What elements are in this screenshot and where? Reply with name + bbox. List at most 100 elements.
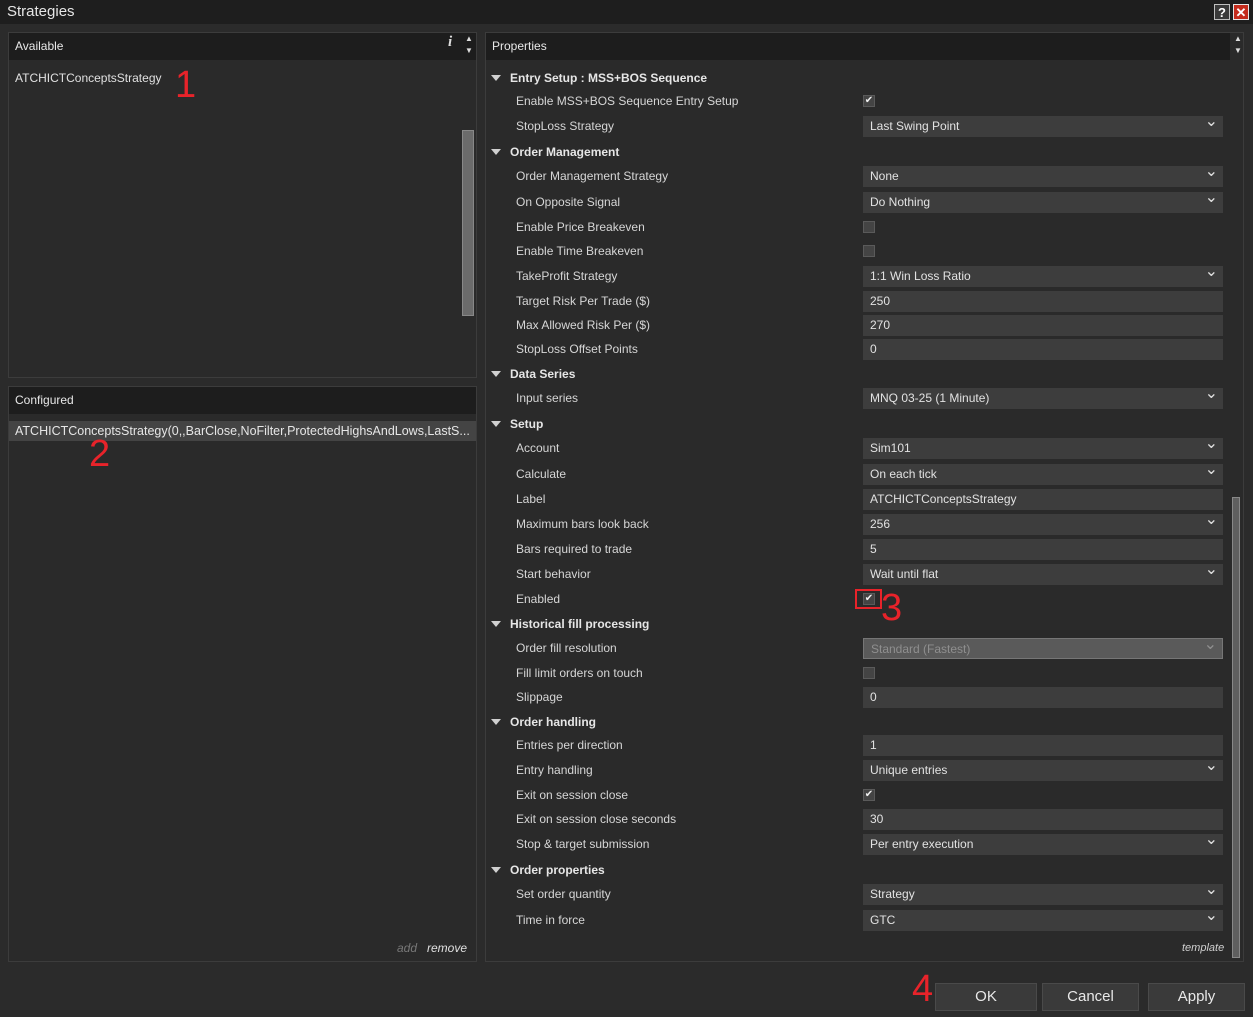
configured-strategy-item[interactable]: ATCHICTConceptsStrategy(0,,BarClose,NoFi… — [15, 424, 470, 438]
property-label: Calculate — [516, 467, 567, 481]
property-label: StopLoss Strategy — [516, 119, 615, 133]
chevron-down-icon[interactable]: ⌄ — [1205, 905, 1218, 926]
property-label: Exit on session close seconds — [516, 812, 677, 826]
property-value: 256 — [870, 517, 891, 531]
property-text-field[interactable]: ATCHICTConceptsStrategy — [863, 489, 1223, 510]
collapse-triangle-icon[interactable] — [491, 75, 501, 81]
chevron-down-icon[interactable]: ⌄ — [1205, 261, 1218, 282]
collapse-triangle-icon[interactable] — [491, 867, 501, 873]
props-scroll-down-icon[interactable]: ▼ — [1233, 46, 1243, 56]
properties-scrollbar[interactable] — [1232, 497, 1240, 958]
available-scrollbar[interactable] — [462, 130, 474, 316]
chevron-down-icon[interactable]: ⌄ — [1205, 187, 1218, 208]
collapse-triangle-icon[interactable] — [491, 149, 501, 155]
remove-link[interactable]: remove — [427, 941, 467, 955]
scroll-down-icon[interactable]: ▼ — [464, 46, 474, 56]
property-dropdown[interactable]: On each tick ⌄ — [863, 461, 1223, 485]
help-button[interactable]: ? — [1214, 4, 1230, 20]
property-dropdown[interactable]: Last Swing Point ⌄ — [863, 113, 1223, 137]
chevron-down-icon[interactable]: ⌄ — [1205, 755, 1218, 776]
property-label: Target Risk Per Trade ($) — [516, 294, 651, 308]
property-checkbox[interactable]: ✔ — [863, 789, 875, 801]
property-value: Wait until flat — [870, 567, 939, 581]
chevron-down-icon[interactable]: ⌄ — [1205, 459, 1218, 480]
chevron-down-icon[interactable]: ⌄ — [1205, 509, 1218, 530]
property-value: Strategy — [870, 887, 915, 901]
property-text-field[interactable]: 250 — [863, 291, 1223, 312]
property-label: Enable Price Breakeven — [516, 220, 645, 234]
property-label: Set order quantity — [516, 887, 611, 901]
property-dropdown[interactable]: MNQ 03-25 (1 Minute) ⌄ — [863, 385, 1223, 409]
chevron-down-icon[interactable]: ⌄ — [1205, 433, 1218, 454]
configured-panel — [8, 386, 477, 962]
category-data-series[interactable]: Data Series — [510, 367, 575, 381]
category-order-handling[interactable]: Order handling — [510, 715, 596, 729]
property-label: Enable Time Breakeven — [516, 244, 644, 258]
property-checkbox[interactable] — [863, 245, 875, 257]
property-label: TakeProfit Strategy — [516, 269, 618, 283]
chevron-down-icon[interactable]: ⌄ — [1205, 383, 1218, 404]
property-text-field[interactable]: 270 — [863, 315, 1223, 336]
property-dropdown[interactable]: None ⌄ — [863, 163, 1223, 187]
property-checkbox[interactable]: ✔ — [863, 95, 875, 107]
property-dropdown[interactable]: Per entry execution ⌄ — [863, 831, 1223, 855]
property-text-field[interactable]: 1 — [863, 735, 1223, 756]
add-link[interactable]: add — [397, 941, 417, 955]
property-value: 0 — [870, 690, 877, 704]
property-dropdown[interactable]: 1:1 Win Loss Ratio ⌄ — [863, 263, 1223, 287]
available-strategy-item[interactable]: ATCHICTConceptsStrategy — [15, 71, 162, 85]
props-scroll-up-icon[interactable]: ▲ — [1233, 34, 1243, 44]
collapse-triangle-icon[interactable] — [491, 421, 501, 427]
property-value: 270 — [870, 318, 891, 332]
category-historical-fill[interactable]: Historical fill processing — [510, 617, 649, 631]
chevron-down-icon[interactable]: ⌄ — [1205, 161, 1218, 182]
template-link[interactable]: template — [1182, 942, 1224, 954]
property-text-field[interactable]: 0 — [863, 339, 1223, 360]
available-header: Available — [9, 33, 476, 60]
info-icon[interactable]: i — [448, 34, 452, 51]
property-value: MNQ 03-25 (1 Minute) — [870, 391, 990, 405]
chevron-down-icon[interactable]: ⌄ — [1205, 559, 1218, 580]
property-label: Enable MSS+BOS Sequence Entry Setup — [516, 94, 739, 108]
property-dropdown: Standard (Fastest) ⌄ — [863, 636, 1223, 659]
property-label: Bars required to trade — [516, 542, 633, 556]
collapse-triangle-icon[interactable] — [491, 621, 501, 627]
property-text-field[interactable]: 0 — [863, 687, 1223, 708]
property-text-field[interactable]: 5 — [863, 539, 1223, 560]
category-setup[interactable]: Setup — [510, 417, 543, 431]
category-entry-setup[interactable]: Entry Setup : MSS+BOS Sequence — [510, 71, 707, 85]
property-checkbox[interactable] — [863, 667, 875, 679]
property-label: Max Allowed Risk Per ($) — [516, 318, 651, 332]
property-label: Order fill resolution — [516, 641, 617, 655]
chevron-down-icon[interactable]: ⌄ — [1205, 111, 1218, 132]
property-checkbox[interactable] — [863, 221, 875, 233]
property-dropdown[interactable]: 256 ⌄ — [863, 511, 1223, 535]
cancel-button[interactable]: Cancel — [1042, 983, 1139, 1011]
chevron-down-icon[interactable]: ⌄ — [1205, 879, 1218, 900]
annotation-marker-4: 4 — [912, 968, 934, 1010]
property-value: 1 — [870, 738, 877, 752]
chevron-down-icon[interactable]: ⌄ — [1205, 829, 1218, 850]
property-value: ATCHICTConceptsStrategy — [870, 492, 1017, 506]
property-dropdown[interactable]: GTC ⌄ — [863, 907, 1223, 931]
chevron-down-icon[interactable]: ⌄ — [1204, 634, 1217, 655]
close-button[interactable]: ✕ — [1233, 4, 1249, 20]
property-value: 250 — [870, 294, 891, 308]
scroll-up-icon[interactable]: ▲ — [464, 34, 474, 44]
category-order-management[interactable]: Order Management — [510, 145, 619, 159]
property-value: Sim101 — [870, 441, 911, 455]
property-dropdown[interactable]: Strategy ⌄ — [863, 881, 1223, 905]
property-label: Account — [516, 441, 560, 455]
annotation-marker-3: 3 — [881, 587, 903, 629]
collapse-triangle-icon[interactable] — [491, 371, 501, 377]
property-dropdown[interactable]: Sim101 ⌄ — [863, 435, 1223, 459]
property-dropdown[interactable]: Unique entries ⌄ — [863, 757, 1223, 781]
property-value: 0 — [870, 342, 877, 356]
collapse-triangle-icon[interactable] — [491, 719, 501, 725]
ok-button[interactable]: OK — [935, 983, 1037, 1011]
apply-button[interactable]: Apply — [1148, 983, 1245, 1011]
property-dropdown[interactable]: Do Nothing ⌄ — [863, 189, 1223, 213]
category-order-properties[interactable]: Order properties — [510, 863, 605, 877]
property-text-field[interactable]: 30 — [863, 809, 1223, 830]
property-dropdown[interactable]: Wait until flat ⌄ — [863, 561, 1223, 585]
